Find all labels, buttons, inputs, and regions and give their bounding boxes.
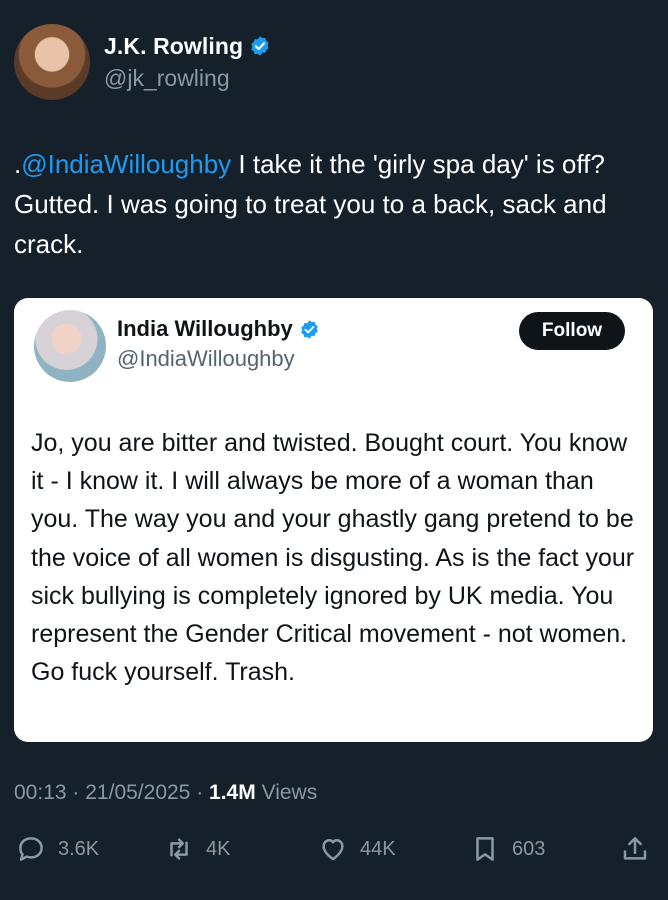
bookmark-icon xyxy=(476,837,494,861)
author-handle[interactable]: @jk_rowling xyxy=(104,65,271,92)
views-count: 1.4M xyxy=(209,781,256,804)
reply-count: 3.6K xyxy=(58,837,100,860)
follow-button[interactable]: Follow xyxy=(519,312,625,350)
share-icon xyxy=(623,837,647,860)
meta-separator: · xyxy=(72,781,80,804)
verified-badge-icon xyxy=(251,36,269,56)
author-display-name[interactable]: J.K. Rowling xyxy=(104,33,243,60)
like-count: 44K xyxy=(360,837,396,860)
quoted-name-row: India Willoughby xyxy=(117,316,320,342)
author-name-row: J.K. Rowling xyxy=(104,33,271,60)
reply-icon xyxy=(19,837,43,861)
share-button[interactable] xyxy=(620,834,650,864)
quoted-display-name[interactable]: India Willoughby xyxy=(117,316,293,342)
author-avatar[interactable] xyxy=(14,24,90,100)
heart-icon xyxy=(322,839,344,861)
bookmark-count: 603 xyxy=(512,837,546,860)
meta-separator: · xyxy=(196,781,204,804)
quoted-author-avatar[interactable] xyxy=(34,310,106,382)
quoted-tweet-card[interactable]: India Willoughby @IndiaWilloughby Follow… xyxy=(14,298,653,742)
action-bar: 3.6K 4K 44K 603 xyxy=(0,834,668,874)
views-label: Views xyxy=(261,781,318,804)
tweet-meta: 00:13 · 21/05/2025 · 1.4M Views xyxy=(14,781,317,805)
like-button[interactable]: 44K xyxy=(318,834,396,864)
verified-badge-icon xyxy=(301,319,318,339)
quoted-tweet-text: Jo, you are bitter and twisted. Bought c… xyxy=(31,429,635,687)
quoted-handle[interactable]: @IndiaWilloughby xyxy=(117,346,320,372)
mention-link[interactable]: @IndiaWilloughby xyxy=(21,149,231,179)
repost-icon xyxy=(170,838,188,860)
repost-count: 4K xyxy=(206,837,231,860)
tweet-time[interactable]: 00:13 xyxy=(14,781,67,804)
quoted-author-names: India Willoughby @IndiaWilloughby xyxy=(117,316,320,372)
reply-button[interactable]: 3.6K xyxy=(16,834,99,864)
tweet-date[interactable]: 21/05/2025 xyxy=(85,781,190,804)
bookmark-button[interactable]: 603 xyxy=(470,834,545,864)
tweet-text: .@IndiaWilloughby I take it the 'girly s… xyxy=(14,144,654,264)
repost-button[interactable]: 4K xyxy=(164,834,230,864)
author-names: J.K. Rowling @jk_rowling xyxy=(104,33,271,92)
tweet-header: J.K. Rowling @jk_rowling xyxy=(14,24,271,100)
